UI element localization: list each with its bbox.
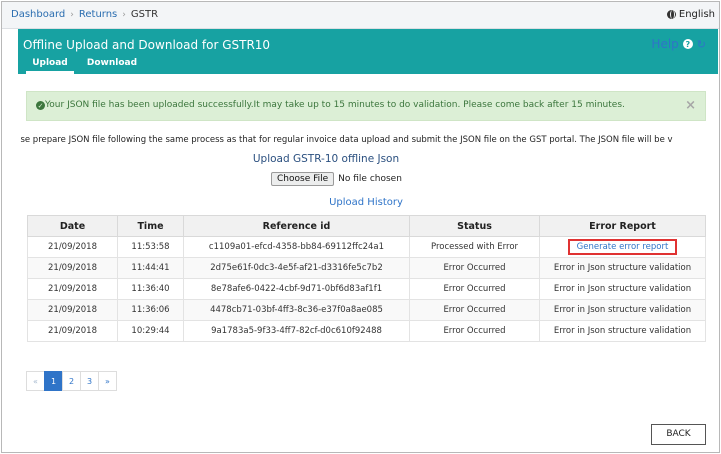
cell-date: 21/09/2018 — [27, 236, 118, 258]
file-input: Choose File No file chosen — [271, 172, 402, 186]
upload-history-title: Upload History — [329, 197, 403, 208]
cell-error-report: Error in Json structure validation — [539, 278, 706, 300]
cell-time: 10:29:44 — [117, 320, 184, 342]
help-link[interactable]: Help ? ↻ — [651, 37, 706, 51]
question-icon: ? — [682, 39, 693, 49]
cell-error-report: Error in Json structure validation — [539, 257, 706, 279]
page-header: Offline Upload and Download for GSTR10 H… — [18, 29, 718, 74]
column-header-error-report: Error Report — [539, 215, 706, 237]
column-header-reference-id: Reference id — [183, 215, 410, 237]
upload-title: Upload GSTR-10 offline Json — [252, 153, 400, 165]
table-row: 21/09/2018 11:36:06 4478cb71-03bf-4ff3-8… — [27, 299, 706, 321]
language-selector[interactable]: English — [666, 9, 715, 20]
cell-date: 21/09/2018 — [27, 320, 118, 342]
table-row: 21/09/2018 11:44:41 2d75e61f-0dc3-4e5f-a… — [27, 257, 706, 279]
breadcrumb-dashboard[interactable]: Dashboard — [11, 9, 65, 20]
upload-history-table: Date Time Reference id Status Error Repo… — [27, 215, 706, 342]
table-row: 21/09/2018 11:53:58 c1109a01-efcd-4358-b… — [27, 236, 706, 258]
alert-message: Your JSON file has been uploaded success… — [45, 100, 625, 110]
cell-status: Error Occurred — [409, 257, 540, 279]
table-row: 21/09/2018 11:36:40 8e78afe6-0422-4cbf-9… — [27, 278, 706, 300]
cell-status: Processed with Error — [409, 236, 540, 258]
cell-status: Error Occurred — [409, 299, 540, 321]
chevron-right-icon: › — [70, 9, 74, 20]
column-header-date: Date — [27, 215, 118, 237]
breadcrumb-returns[interactable]: Returns — [79, 9, 117, 20]
cell-reference-id: 2d75e61f-0dc3-4e5f-af21-d3316fe5c7b2 — [183, 257, 410, 279]
cell-reference-id: 4478cb71-03bf-4ff3-8c36-e37f0a8ae085 — [183, 299, 410, 321]
help-label: Help — [651, 37, 679, 51]
breadcrumb: Dashboard › Returns › GSTR — [11, 9, 158, 20]
cell-time: 11:53:58 — [117, 236, 184, 258]
cell-time: 11:36:40 — [117, 278, 184, 300]
pagination-page-2[interactable]: 2 — [62, 371, 81, 391]
pagination: « 1 2 3 » — [26, 371, 117, 391]
choose-file-button[interactable]: Choose File — [271, 172, 335, 186]
pagination-next[interactable]: » — [98, 371, 117, 391]
table-row: 21/09/2018 10:29:44 9a1783a5-9f33-4ff7-8… — [27, 320, 706, 342]
chevron-right-icon: › — [122, 9, 126, 20]
page-frame: Dashboard › Returns › GSTR English Offli… — [1, 1, 720, 453]
cell-time: 11:36:06 — [117, 299, 184, 321]
cell-error-report: Error in Json structure validation — [539, 320, 706, 342]
file-status: No file chosen — [338, 174, 402, 184]
success-alert: ✓ Your JSON file has been uploaded succe… — [26, 91, 706, 121]
instruction-text: ease prepare JSON file following the sam… — [20, 135, 673, 145]
pagination-page-3[interactable]: 3 — [80, 371, 99, 391]
cell-reference-id: 9a1783a5-9f33-4ff7-82cf-d0c610f92488 — [183, 320, 410, 342]
instruction-text-container: ease prepare JSON file following the sam… — [20, 135, 708, 149]
generate-error-report-link[interactable]: Generate error report — [567, 239, 678, 255]
close-icon[interactable]: × — [685, 98, 696, 113]
table-header-row: Date Time Reference id Status Error Repo… — [27, 215, 706, 237]
cell-date: 21/09/2018 — [27, 257, 118, 279]
breadcrumb-current: GSTR — [130, 9, 159, 20]
cell-date: 21/09/2018 — [27, 278, 118, 300]
page-title: Offline Upload and Download for GSTR10 — [23, 38, 271, 52]
cell-status: Error Occurred — [409, 320, 540, 342]
pagination-prev[interactable]: « — [26, 371, 45, 391]
top-bar: Dashboard › Returns › GSTR English — [2, 2, 719, 29]
cell-status: Error Occurred — [409, 278, 540, 300]
cell-reference-id: c1109a01-efcd-4358-bb84-69112ffc24a1 — [183, 236, 410, 258]
cell-time: 11:44:41 — [117, 257, 184, 279]
check-circle-icon: ✓ — [36, 101, 45, 110]
cell-reference-id: 8e78afe6-0422-4cbf-9d71-0bf6d83af1f1 — [183, 278, 410, 300]
tab-download[interactable]: Download — [82, 55, 142, 74]
cell-date: 21/09/2018 — [27, 299, 118, 321]
back-button[interactable]: BACK — [651, 424, 706, 445]
pagination-page-1[interactable]: 1 — [44, 371, 63, 391]
tab-upload[interactable]: Upload — [26, 55, 74, 74]
column-header-status: Status — [409, 215, 540, 237]
globe-icon — [666, 10, 676, 19]
cell-error-report: Error in Json structure validation — [539, 299, 706, 321]
refresh-icon[interactable]: ↻ — [697, 38, 706, 51]
column-header-time: Time — [117, 215, 184, 237]
language-label: English — [678, 9, 715, 20]
cell-error-report: Generate error report — [539, 236, 706, 258]
